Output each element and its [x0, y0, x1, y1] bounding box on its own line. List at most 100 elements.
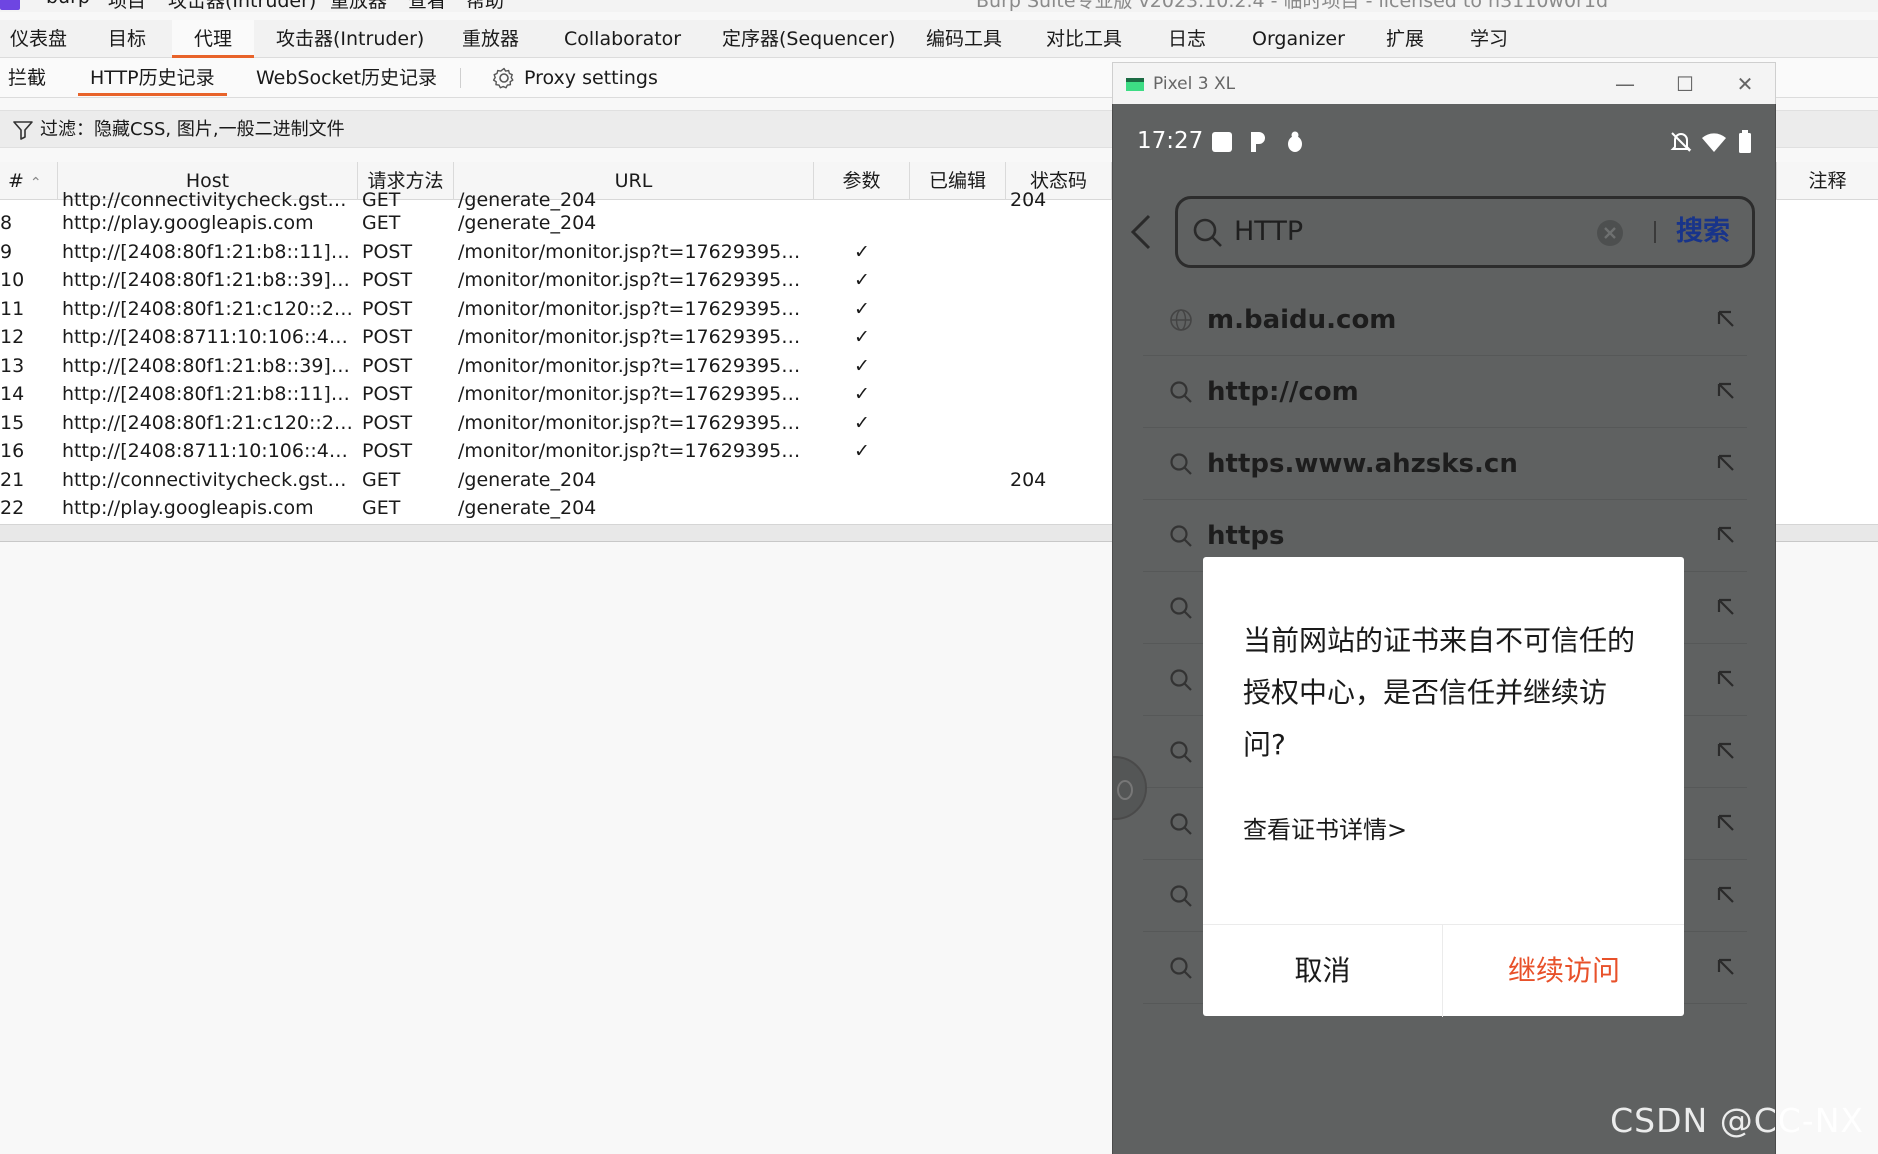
menu-intruder[interactable]: 攻击器(Intruder) [168, 0, 316, 12]
cell-number: 15 [0, 411, 25, 434]
cell-method: POST [362, 269, 413, 291]
burp-logo-icon [0, 0, 20, 10]
menu-help[interactable]: 帮助 [466, 0, 504, 12]
cell-url: /monitor/monitor.jsp?t=176293957054... [458, 297, 812, 320]
fill-arrow-icon[interactable] [1715, 380, 1737, 402]
fill-arrow-icon[interactable] [1715, 884, 1737, 906]
search-icon [1170, 597, 1192, 619]
cell-method: POST [362, 354, 413, 377]
cancel-button[interactable]: 取消 [1203, 925, 1443, 1017]
filter-icon [13, 121, 33, 140]
floating-bug-button[interactable] [1113, 756, 1147, 820]
tab-logger[interactable]: 日志 [1158, 20, 1216, 58]
menu-project[interactable]: 项目 [108, 0, 146, 12]
proxy-settings-label: Proxy settings [524, 67, 658, 89]
clear-icon[interactable] [1596, 219, 1624, 247]
search-icon [1170, 381, 1192, 403]
bug-icon [1117, 780, 1133, 800]
window-title: Burp Suite专业版 v2023.10.2.4 - 临时项目 - lice… [976, 0, 1609, 12]
suggestion-item[interactable]: http://com [1143, 356, 1747, 428]
cell-number: 13 [0, 354, 25, 377]
cell-params-check: ✓ [854, 297, 870, 320]
search-icon [1170, 741, 1192, 763]
divider [1654, 221, 1656, 243]
cell-method: POST [362, 326, 413, 348]
suggestion-item[interactable]: https.www.ahzsks.cn [1143, 428, 1747, 500]
tab-sequencer[interactable]: 定序器(Sequencer) [712, 20, 905, 58]
tab-organizer[interactable]: Organizer [1242, 20, 1355, 58]
suggestion-text: http://com [1207, 377, 1359, 407]
gear-icon [492, 67, 514, 89]
cell-host: http://play.googleapis.com [62, 497, 314, 519]
search-icon [1170, 885, 1192, 907]
tab-intruder[interactable]: 攻击器(Intruder) [266, 20, 434, 58]
cell-method: POST [362, 383, 413, 405]
cell-method: GET [362, 497, 401, 519]
cell-number: 22 [0, 497, 25, 519]
cell-method: POST [362, 240, 413, 263]
cell-host: http://[2408:80f1:21:b8::11]:8080 [62, 383, 354, 405]
cell-number: 9 [0, 240, 13, 263]
tab-extensions[interactable]: 扩展 [1376, 20, 1434, 58]
continue-button[interactable]: 继续访问 [1444, 925, 1684, 1017]
cell-host: http://[2408:8711:10:106::41]:80... [62, 326, 354, 348]
tab-target[interactable]: 目标 [98, 20, 156, 58]
menu-burp[interactable]: burp [46, 0, 90, 8]
fill-arrow-icon[interactable] [1715, 740, 1737, 762]
fill-arrow-icon[interactable] [1715, 812, 1737, 834]
subtab-http-history[interactable]: HTTP历史记录 [78, 58, 227, 98]
tab-dashboard[interactable]: 仪表盘 [0, 20, 77, 58]
cell-host: http://connectivitycheck.gstatic.... [62, 468, 354, 491]
cell-number: 11 [0, 297, 25, 320]
search-icon [1170, 669, 1192, 691]
cell-host: http://play.googleapis.com [62, 212, 314, 234]
search-button[interactable]: 搜索 [1676, 199, 1730, 265]
menu-view[interactable]: 查看 [408, 0, 446, 12]
cell-url: /monitor/monitor.jsp?t=176293957057... [458, 383, 812, 405]
cell-params-check: ✓ [854, 411, 870, 434]
suggestion-item[interactable]: m.baidu.com [1143, 284, 1747, 356]
proxy-settings-button[interactable]: Proxy settings [492, 58, 658, 98]
close-icon[interactable]: ✕ [1715, 63, 1775, 105]
search-icon [1193, 218, 1222, 247]
cell-host: http://[2408:8711:10:106::41]:80... [62, 440, 354, 462]
cell-params-check: ✓ [854, 354, 870, 377]
search-icon [1170, 957, 1192, 979]
tab-repeater[interactable]: 重放器 [452, 20, 529, 58]
minimize-icon[interactable]: — [1595, 63, 1655, 105]
tab-decoder[interactable]: 编码工具 [916, 20, 1012, 58]
globe-icon [1170, 309, 1192, 331]
tab-proxy[interactable]: 代理 [172, 20, 254, 58]
cell-number: 21 [0, 468, 25, 491]
search-input[interactable]: HTTP 搜索 [1175, 196, 1755, 268]
back-arrow-icon[interactable] [1129, 214, 1153, 250]
subtab-intercept[interactable]: 拦截 [8, 58, 46, 98]
tab-comparer[interactable]: 对比工具 [1036, 20, 1132, 58]
fill-arrow-icon[interactable] [1715, 596, 1737, 618]
muted-bell-icon [1670, 132, 1692, 152]
certificate-warning-dialog: 当前网站的证书来自不可信任的授权中心，是否信任并继续访问? 查看证书详情> 取消… [1203, 557, 1684, 1017]
search-icon [1170, 453, 1192, 475]
battery-icon [1739, 130, 1751, 153]
search-icon [1170, 813, 1192, 835]
view-certificate-link[interactable]: 查看证书详情> [1243, 810, 1407, 845]
menu-repeater[interactable]: 重放器 [330, 0, 387, 12]
cell-url: /generate_204 [458, 212, 597, 234]
suggestion-text: https.www.ahzsks.cn [1207, 449, 1518, 479]
emulator-titlebar[interactable]: Pixel 3 XL — ☐ ✕ [1112, 62, 1776, 104]
cell-host: http://[2408:80f1:21:b8::11]:8080 [62, 240, 354, 263]
suggestion-text: m.baidu.com [1207, 305, 1397, 335]
fill-arrow-icon[interactable] [1715, 956, 1737, 978]
filter-text: 过滤：隐藏CSS, 图片,一般二进制文件 [40, 119, 345, 140]
subtab-websocket-history[interactable]: WebSocket历史记录 [256, 58, 437, 98]
tab-learn[interactable]: 学习 [1460, 20, 1518, 58]
cell-host: http://[2408:80f1:21:b8::39]:8080 [62, 354, 354, 377]
tab-collaborator[interactable]: Collaborator [554, 20, 691, 58]
fill-arrow-icon[interactable] [1715, 452, 1737, 474]
maximize-icon[interactable]: ☐ [1655, 63, 1715, 105]
fill-arrow-icon[interactable] [1715, 308, 1737, 330]
search-query: HTTP [1234, 216, 1304, 247]
fill-arrow-icon[interactable] [1715, 668, 1737, 690]
cell-url: /monitor/monitor.jsp?t=176293957051... [458, 240, 812, 263]
fill-arrow-icon[interactable] [1715, 524, 1737, 546]
